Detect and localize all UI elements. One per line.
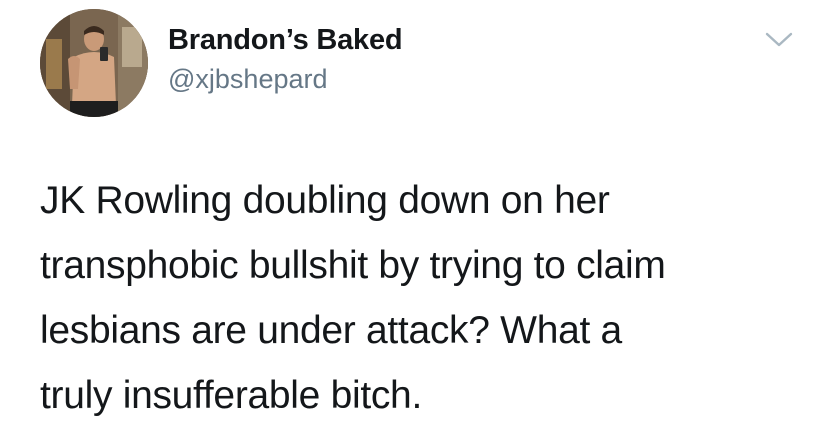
- chevron-down-icon[interactable]: [764, 30, 794, 50]
- user-handle[interactable]: @xjbshepard: [168, 64, 328, 95]
- profile-photo-icon: [40, 9, 148, 117]
- display-name[interactable]: Brandon’s Baked: [168, 24, 403, 57]
- tweet-text: JK Rowling doubling down on her transpho…: [40, 168, 800, 428]
- tweet-text-line: truly insufferable bitch.: [40, 374, 422, 417]
- tweet-card: Brandon’s Baked @xjbshepard JK Rowling d…: [0, 0, 828, 434]
- tweet-text-line: lesbians are under attack? What a: [40, 309, 622, 352]
- tweet-text-line: JK Rowling doubling down on her: [40, 179, 610, 222]
- tweet-text-line: transphobic bullshit by trying to claim: [40, 244, 666, 287]
- avatar[interactable]: [40, 9, 148, 117]
